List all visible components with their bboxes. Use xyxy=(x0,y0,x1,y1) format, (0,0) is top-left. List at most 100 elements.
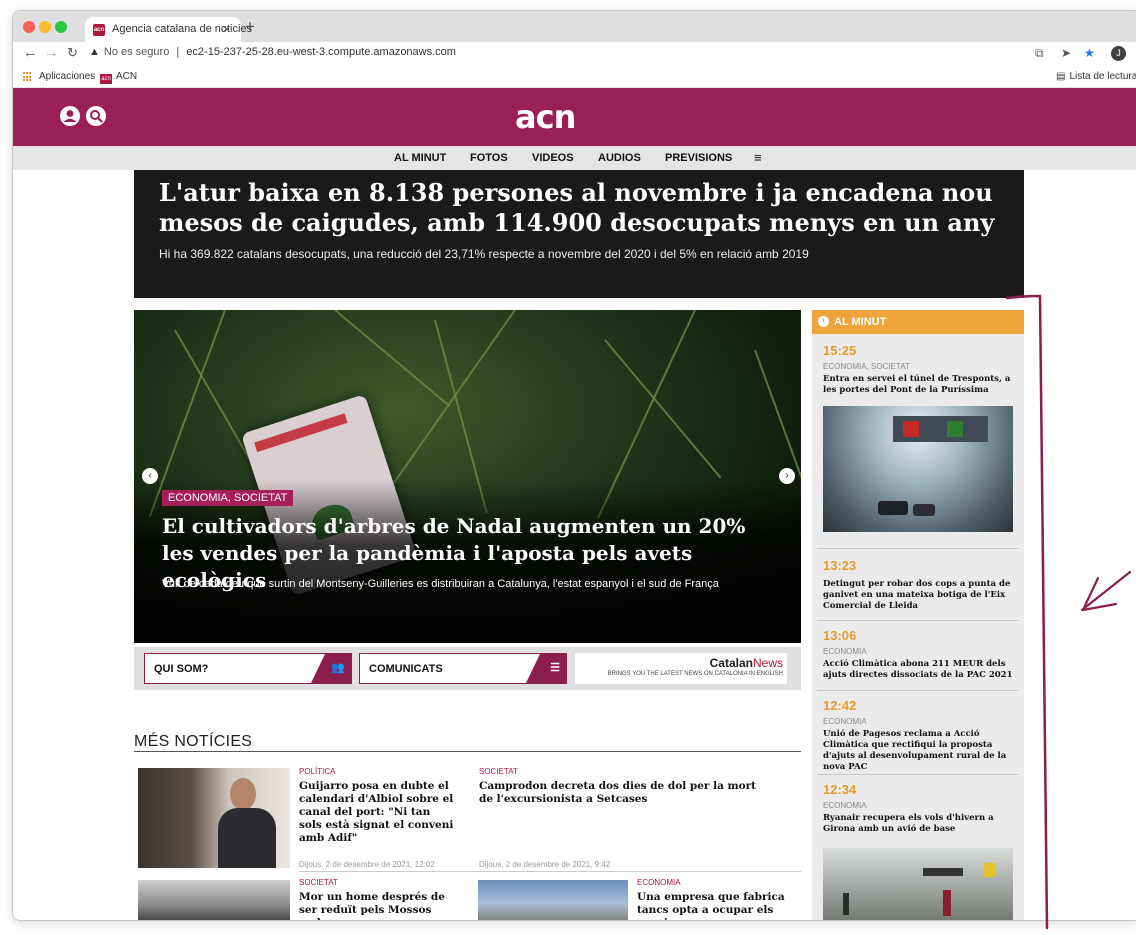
people-icon: 👥 xyxy=(311,654,351,683)
minut-title[interactable]: Acció Climàtica abona 211 MEUR dels ajut… xyxy=(823,659,1015,681)
insecure-label: No es seguro xyxy=(103,46,170,58)
minut-title[interactable]: Ryanair recupera els vols d'hivern a Gir… xyxy=(823,813,1015,835)
new-tab-button[interactable]: + xyxy=(245,18,255,35)
hamburger-menu-icon[interactable]: ≡ xyxy=(754,150,762,165)
bookmark-aplicaciones[interactable]: Aplicaciones xyxy=(39,71,95,82)
minut-title[interactable]: Unió de Pagesos reclama a Acció Climàtic… xyxy=(823,729,1015,773)
profile-avatar[interactable]: J xyxy=(1111,46,1126,61)
al-minut-sidebar: AL MINUT 15:25 ECONOMIA, SOCIETAT Entra … xyxy=(812,310,1024,920)
minut-time: 12:42 xyxy=(823,698,857,713)
reading-list-icon: ▤ xyxy=(1056,71,1066,82)
news-category[interactable]: POLÍTICA xyxy=(299,767,335,776)
minut-category[interactable]: ECONOMIA xyxy=(823,647,867,656)
bookmarks-bar: Aplicaciones acn ACN ▤ Lista de lectura xyxy=(13,66,1136,88)
top-story-subtitle: Hi ha 369.822 catalans desocupats, una r… xyxy=(159,247,809,261)
browser-toolbar: ← → ↻ ▲ No es seguro | ec2-15-237-25-28.e… xyxy=(13,42,1136,66)
warning-icon: ▲ xyxy=(89,46,100,58)
browser-window: acn Agencia catalana de noticies × + ← →… xyxy=(12,10,1136,921)
catalan-news-logo-b: News xyxy=(752,656,783,670)
minimize-window-button[interactable] xyxy=(39,21,51,33)
news-title[interactable]: Una empresa que fabrica tancs opta a ocu… xyxy=(637,891,801,920)
news-title[interactable]: Guijarro posa en dubte el calendari d'Al… xyxy=(299,780,454,845)
acn-bookmark-icon: acn xyxy=(100,74,112,84)
catalan-news-tagline: BRINGS YOU THE LATEST NEWS ON CATALONIA … xyxy=(607,671,783,677)
search-icon[interactable] xyxy=(85,105,107,131)
bookmark-star-icon[interactable]: ★ xyxy=(1084,46,1095,60)
comunicats-button[interactable]: COMUNICATS ☰ xyxy=(359,653,567,684)
bookmark-acn-label: ACN xyxy=(116,71,138,82)
al-minut-heading: AL MINUT xyxy=(834,316,887,328)
news-divider xyxy=(299,871,801,872)
address-url: ec2-15-237-25-28.eu-west-3.compute.amazo… xyxy=(186,46,456,58)
tab-close-icon[interactable]: × xyxy=(223,22,230,36)
site-logo[interactable]: acn xyxy=(515,98,576,136)
tab-title: Agencia catalana de noticies xyxy=(112,23,253,35)
user-icon[interactable] xyxy=(59,105,81,131)
nav-fotos[interactable]: FOTOS xyxy=(470,152,508,164)
news-thumb-tancs[interactable] xyxy=(478,880,628,920)
minut-title[interactable]: Entra en servei el túnel de Tresponts, a… xyxy=(823,374,1015,396)
news-category[interactable]: SOCIETAT xyxy=(299,878,338,887)
carousel-prev-icon[interactable]: ‹ xyxy=(142,468,158,484)
news-title[interactable]: Camprodon decreta dos dies de dol per la… xyxy=(479,780,769,806)
news-thumb-guijarro[interactable] xyxy=(138,768,290,868)
bookmark-acn[interactable]: acn ACN xyxy=(100,71,137,84)
tab-strip: acn Agencia catalana de noticies × + xyxy=(13,11,1136,42)
news-title[interactable]: Mor un home després de ser reduït pels M… xyxy=(299,891,459,920)
address-bar[interactable]: ▲ No es seguro | ec2-15-237-25-28.eu-west… xyxy=(89,46,456,58)
minut-category[interactable]: ECONOMIA xyxy=(823,717,867,726)
top-story[interactable]: L'atur baixa en 8.138 persones al novemb… xyxy=(134,170,1024,298)
hero-category[interactable]: ECONOMIA, SOCIETAT xyxy=(162,490,294,506)
close-window-button[interactable] xyxy=(23,21,35,33)
back-icon[interactable]: ← xyxy=(23,45,38,61)
minut-time: 13:06 xyxy=(823,628,857,643)
reading-list-label: Lista de lectura xyxy=(1069,71,1136,82)
address-separator: | xyxy=(176,46,180,58)
airport-photo[interactable] xyxy=(823,848,1013,920)
qui-som-label: QUI SOM? xyxy=(154,663,209,675)
news-thumb-mossos[interactable] xyxy=(138,880,290,920)
minut-divider xyxy=(817,690,1019,691)
share-icon[interactable]: ➤ xyxy=(1061,46,1071,60)
top-story-title[interactable]: L'atur baixa en 8.138 persones al novemb… xyxy=(159,178,1009,238)
lines-icon: ☰ xyxy=(526,654,566,683)
nav-previsions[interactable]: PREVISIONS xyxy=(665,152,732,164)
translate-icon[interactable]: ⧉ xyxy=(1035,46,1044,61)
main-nav: AL MINUT FOTOS VIDEOS AUDIOS PREVISIONS … xyxy=(13,146,1136,170)
reading-list-button[interactable]: ▤ Lista de lectura xyxy=(1056,71,1136,82)
browser-tab[interactable]: acn Agencia catalana de noticies × xyxy=(85,17,252,42)
minut-time: 12:34 xyxy=(823,782,857,797)
news-date: Dijous, 2 de desembre de 2021, 9:42 xyxy=(479,860,611,869)
minut-category[interactable]: ECONOMIA, SOCIETAT xyxy=(823,362,910,371)
catalan-news-banner[interactable]: CatalanNews BRINGS YOU THE LATEST NEWS O… xyxy=(575,653,787,684)
news-category[interactable]: ECONOMIA xyxy=(637,878,681,887)
forward-icon[interactable]: → xyxy=(44,45,59,61)
nav-audios[interactable]: AUDIOS xyxy=(598,152,641,164)
maximize-window-button[interactable] xyxy=(55,21,67,33)
nav-al-minut[interactable]: AL MINUT xyxy=(394,152,446,164)
clock-icon xyxy=(818,316,829,327)
catalan-news-logo: CatalanNews xyxy=(710,656,783,670)
minut-divider xyxy=(817,548,1019,549)
reload-icon[interactable]: ↻ xyxy=(67,45,78,61)
qui-som-button[interactable]: QUI SOM? 👥 xyxy=(144,653,352,684)
minut-divider xyxy=(817,774,1019,775)
nav-videos[interactable]: VIDEOS xyxy=(532,152,574,164)
promo-row: QUI SOM? 👥 COMUNICATS ☰ CatalanNews BRIN… xyxy=(134,647,801,690)
section-divider xyxy=(134,751,801,752)
news-category[interactable]: SOCIETAT xyxy=(479,767,518,776)
tunnel-photo[interactable] xyxy=(823,406,1013,532)
minut-category[interactable]: ECONOMIA xyxy=(823,801,867,810)
hero-subtitle: Vuit de cada deu que surtin del Montseny… xyxy=(162,578,719,590)
al-minut-header[interactable]: AL MINUT xyxy=(812,310,1024,334)
apps-grid-icon[interactable] xyxy=(23,72,33,82)
minut-time: 13:23 xyxy=(823,558,857,573)
carousel-next-icon[interactable]: › xyxy=(779,468,795,484)
mes-noticies-heading: MÉS NOTÍCIES xyxy=(134,733,253,750)
site-header: acn xyxy=(13,88,1136,146)
acn-favicon-icon: acn xyxy=(93,24,105,36)
comunicats-label: COMUNICATS xyxy=(369,663,443,675)
minut-title[interactable]: Detingut per robar dos cops a punta de g… xyxy=(823,579,1015,612)
hero-carousel[interactable]: ‹ › ECONOMIA, SOCIETAT El cultivadors d'… xyxy=(134,310,801,643)
catalan-news-logo-a: Catalan xyxy=(709,656,753,670)
